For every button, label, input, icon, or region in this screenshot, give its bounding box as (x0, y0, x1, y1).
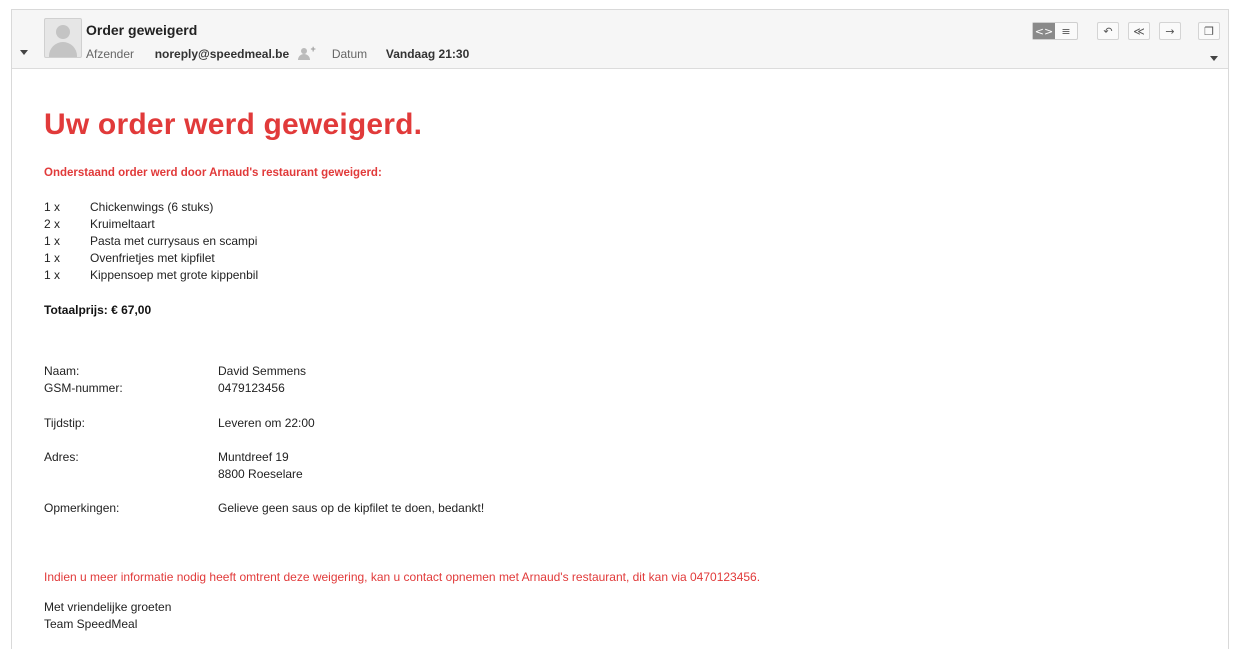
phone-label: GSM-nummer: (44, 381, 123, 395)
address-line1: Muntdreef 19 (218, 450, 289, 464)
order-items: 1 x Chickenwings (6 stuks) 2 x Kruimeltaar… (44, 199, 258, 284)
item-name: Chickenwings (6 stuks) (90, 200, 214, 214)
closing-signature: Team SpeedMeal (44, 617, 138, 631)
closing-greeting: Met vriendelijke groeten (44, 600, 172, 614)
item-quantity: 1 x (44, 251, 61, 265)
forward-icon[interactable]: → (1159, 22, 1181, 40)
item-name: Kruimeltaart (90, 217, 155, 231)
item-quantity: 1 x (44, 268, 61, 282)
sender-avatar (44, 18, 82, 58)
item-name: Kippensoep met grote kippenbil (90, 268, 259, 282)
list-item: 2 x Kruimeltaart (44, 216, 258, 233)
message-frame: Order geweigerd Afzender noreply@speedme… (11, 9, 1229, 649)
list-item: 1 x Chickenwings (6 stuks) (44, 199, 258, 216)
reply-all-icon[interactable]: ≪ (1128, 22, 1150, 40)
avatar-head-shape (56, 25, 70, 39)
collapse-header-icon[interactable] (20, 50, 28, 55)
view-toggle-group: <> ≡ (1032, 22, 1078, 40)
info-text: Indien u meer informatie nodig heeft omt… (44, 570, 761, 584)
time-label: Tijdstip: (44, 416, 85, 430)
time-value: Leveren om 22:00 (218, 416, 315, 430)
add-contact-icon[interactable]: + (298, 44, 316, 60)
item-quantity: 1 x (44, 200, 61, 214)
item-name: Pasta met currysaus en scampi (90, 234, 258, 248)
new-window-icon[interactable]: ❐ (1198, 22, 1220, 40)
item-quantity: 1 x (44, 234, 61, 248)
address-line2: 8800 Roeselare (218, 467, 303, 481)
expand-details-icon[interactable] (1210, 56, 1218, 61)
message-date: Vandaag 21:30 (385, 46, 470, 61)
remarks-value: Gelieve geen saus op de kipfilet te doen… (218, 501, 485, 515)
remarks-label: Opmerkingen: (44, 501, 120, 515)
reply-icon[interactable]: ↶ (1097, 22, 1119, 40)
sender-label: Afzender (86, 46, 135, 61)
item-quantity: 2 x (44, 217, 61, 231)
item-name: Ovenfrietjes met kipfilet (90, 251, 215, 265)
phone-value: 0479123456 (218, 381, 285, 395)
list-item: 1 x Ovenfrietjes met kipfilet (44, 250, 258, 267)
text-view-icon[interactable]: ≡ (1055, 23, 1077, 39)
list-item: 1 x Kippensoep met grote kippenbil (44, 267, 258, 284)
message-meta: Afzender noreply@speedmeal.be + Datum Va… (86, 44, 470, 61)
total-price: Totaalprijs: € 67,00 (44, 303, 152, 317)
message-subject: Order geweigerd (86, 22, 198, 38)
headline: Uw order werd geweigerd. (44, 108, 423, 141)
code-view-icon[interactable]: <> (1033, 23, 1055, 39)
message-header: Order geweigerd Afzender noreply@speedme… (12, 10, 1228, 69)
avatar-body-shape (49, 42, 77, 57)
intro-text: Onderstaand order werd door Arnaud's res… (44, 167, 382, 179)
address-label: Adres: (44, 450, 79, 464)
closing: Met vriendelijke groeten Team SpeedMeal (44, 599, 171, 633)
list-item: 1 x Pasta met currysaus en scampi (44, 233, 258, 250)
sender-address[interactable]: noreply@speedmeal.be (155, 47, 289, 61)
name-label: Naam: (44, 364, 80, 378)
date-label: Datum (331, 46, 368, 61)
name-value: David Semmens (218, 364, 307, 378)
